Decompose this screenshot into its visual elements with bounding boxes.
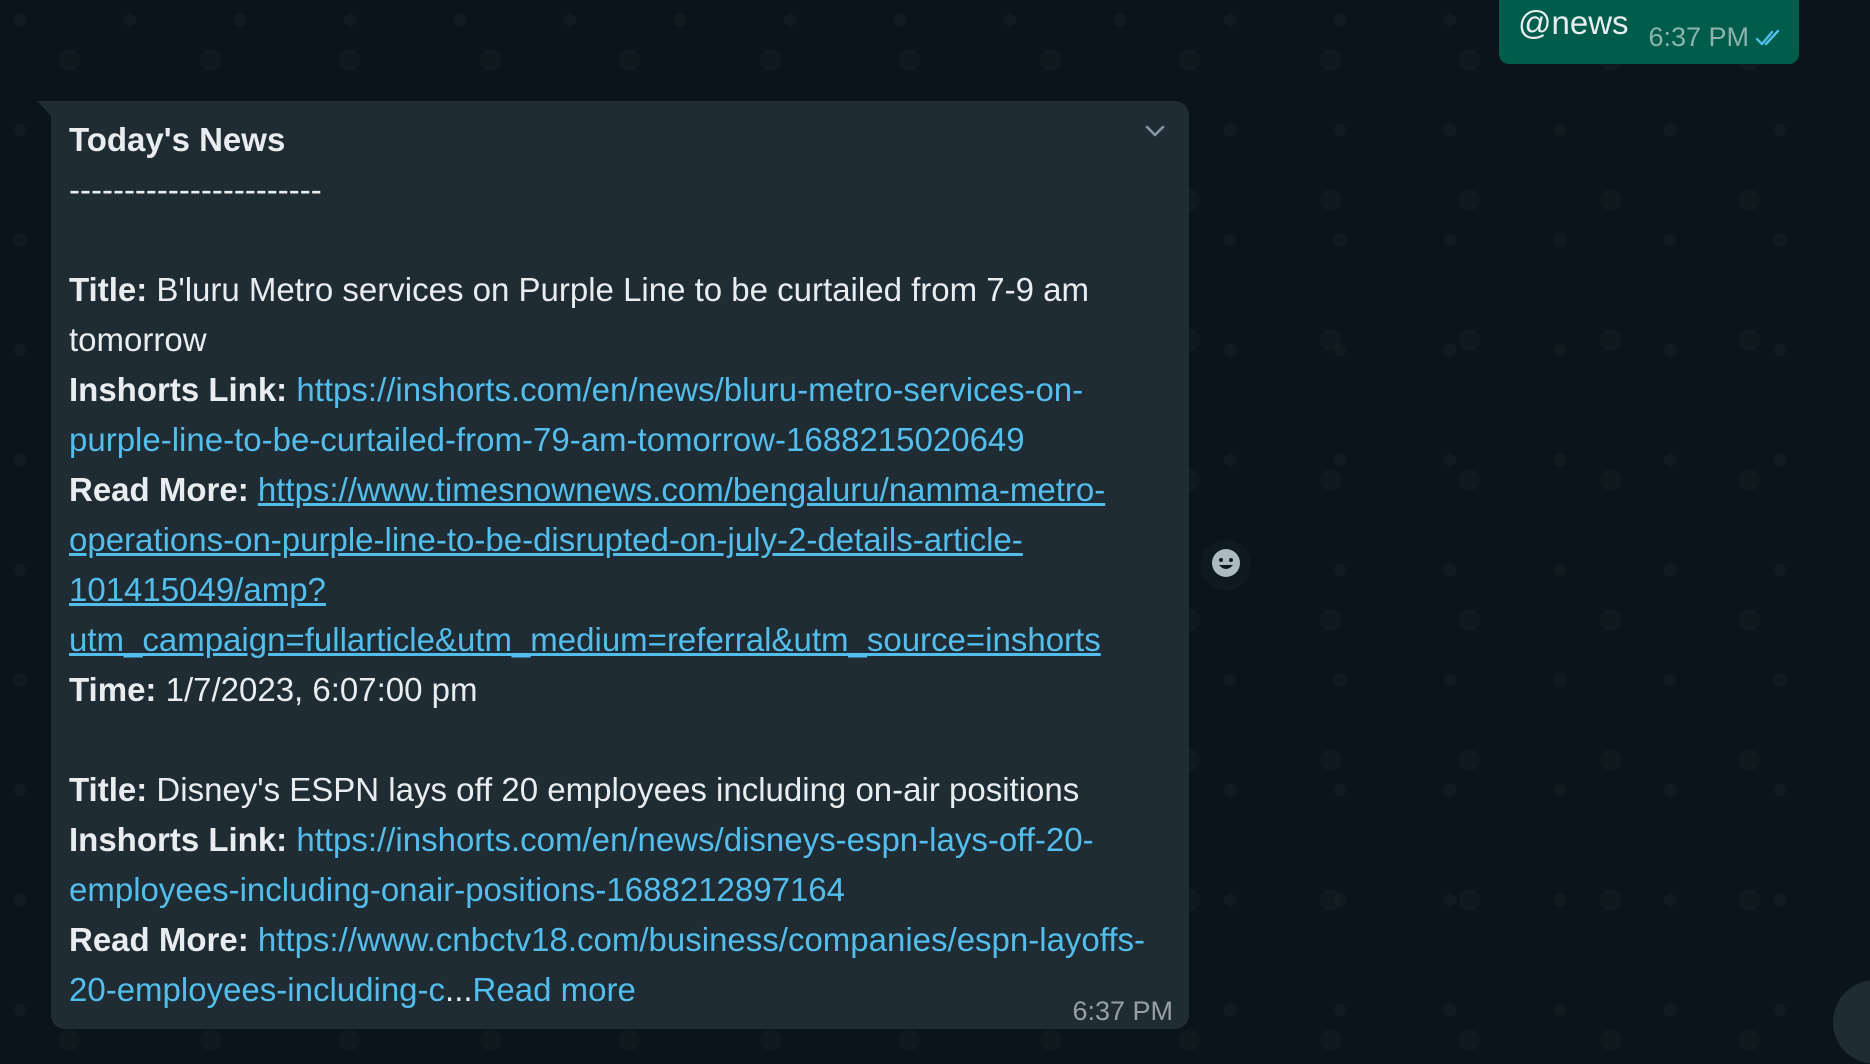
article-2-title: Disney's ESPN lays off 20 employees incl… xyxy=(156,771,1080,808)
outgoing-message-meta: 6:37 PM xyxy=(1648,22,1785,53)
article-2-title-label: Title: xyxy=(69,771,148,808)
news-separator: ----------------------- xyxy=(69,171,322,208)
incoming-bubble-tail xyxy=(37,101,52,117)
truncation-ellipsis: ... xyxy=(445,971,473,1008)
chevron-down-icon[interactable] xyxy=(1141,117,1169,145)
article-1-inshorts-label: Inshorts Link: xyxy=(69,371,288,408)
article-1-title: B'luru Metro services on Purple Line to … xyxy=(69,271,1089,358)
article-1-readmore-label: Read More: xyxy=(69,471,249,508)
incoming-message-text: Today's News ----------------------- Tit… xyxy=(69,115,1169,1015)
article-2: Title: Disney's ESPN lays off 20 employe… xyxy=(69,765,1169,1015)
article-2-readmore-label: Read More: xyxy=(69,921,249,958)
article-1-title-label: Title: xyxy=(69,271,148,308)
emoji-smile-icon xyxy=(1210,547,1242,584)
article-1-time: 1/7/2023, 6:07:00 pm xyxy=(165,671,478,708)
incoming-message-time: 6:37 PM xyxy=(1072,996,1173,1026)
outgoing-message-time: 6:37 PM xyxy=(1648,22,1749,52)
scroll-down-button[interactable] xyxy=(1833,980,1870,1064)
article-1-time-label: Time: xyxy=(69,671,157,708)
double-check-read-icon xyxy=(1755,28,1785,48)
article-1: Title: B'luru Metro services on Purple L… xyxy=(69,265,1169,715)
news-heading: Today's News xyxy=(69,121,286,158)
react-emoji-button[interactable] xyxy=(1201,540,1251,590)
read-more-toggle[interactable]: Read more xyxy=(473,971,636,1008)
incoming-message-bubble: Today's News ----------------------- Tit… xyxy=(51,101,1189,1029)
outgoing-message-bubble[interactable]: @news 6:37 PM xyxy=(1499,0,1799,64)
outgoing-message-text: @news xyxy=(1518,4,1629,41)
article-2-inshorts-label: Inshorts Link: xyxy=(69,821,288,858)
